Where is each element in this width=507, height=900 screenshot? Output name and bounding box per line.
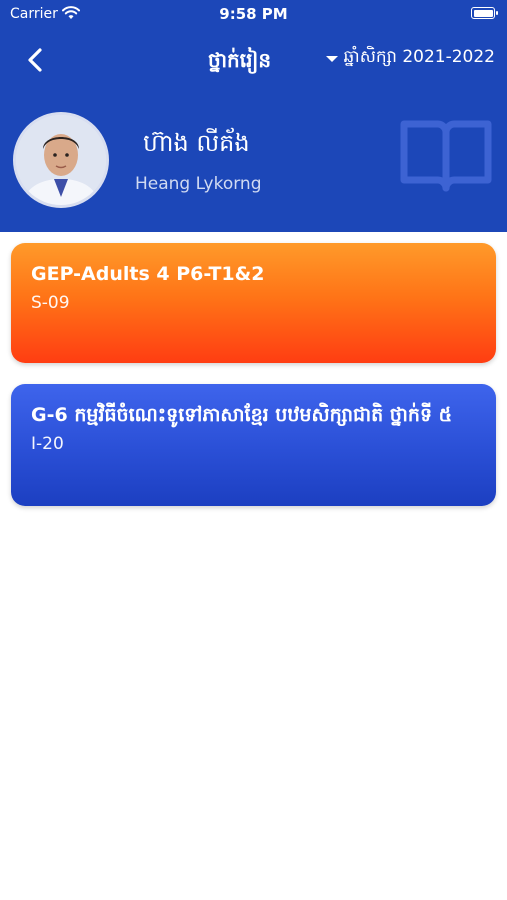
caret-down-icon — [325, 55, 338, 62]
class-room-code: S-09 — [31, 293, 70, 313]
page-title: ថ្នាក់រៀន — [208, 48, 272, 72]
chevron-left-icon[interactable] — [22, 46, 50, 74]
status-time: 9:58 PM — [219, 5, 288, 23]
open-book-icon — [400, 120, 492, 192]
academic-year-dropdown[interactable]: ឆ្នាំសិក្សា 2021-2022 — [325, 46, 495, 71]
status-bar: Carrier 9:58 PM — [0, 0, 507, 30]
student-name-en: Heang Lykorng — [135, 174, 262, 194]
class-title: GEP-Adults 4 P6-T1&2 — [31, 263, 265, 285]
class-card[interactable]: G-6 កម្មវិធីចំណេះទូទៅភាសាខ្មែរ បឋមសិក្សា… — [11, 384, 496, 506]
student-photo — [16, 115, 106, 205]
class-room-code: I-20 — [31, 434, 64, 454]
class-card[interactable]: GEP-Adults 4 P6-T1&2 S-09 — [11, 243, 496, 363]
class-title: G-6 កម្មវិធីចំណេះទូទៅភាសាខ្មែរ បឋមសិក្សា… — [31, 404, 453, 426]
student-name-kh: ហ៊ាង លីគ័ង — [143, 129, 250, 157]
nav-bar: ថ្នាក់រៀន ឆ្នាំសិក្សា 2021-2022 — [0, 38, 507, 82]
header: Carrier 9:58 PM ថ្នាក់រៀន ឆ្នាំសិក្សា 20… — [0, 0, 507, 232]
avatar — [13, 112, 109, 208]
academic-year-label: ឆ្នាំសិក្សា 2021-2022 — [343, 47, 495, 67]
battery-fill — [473, 9, 493, 17]
battery-icon — [471, 7, 498, 19]
